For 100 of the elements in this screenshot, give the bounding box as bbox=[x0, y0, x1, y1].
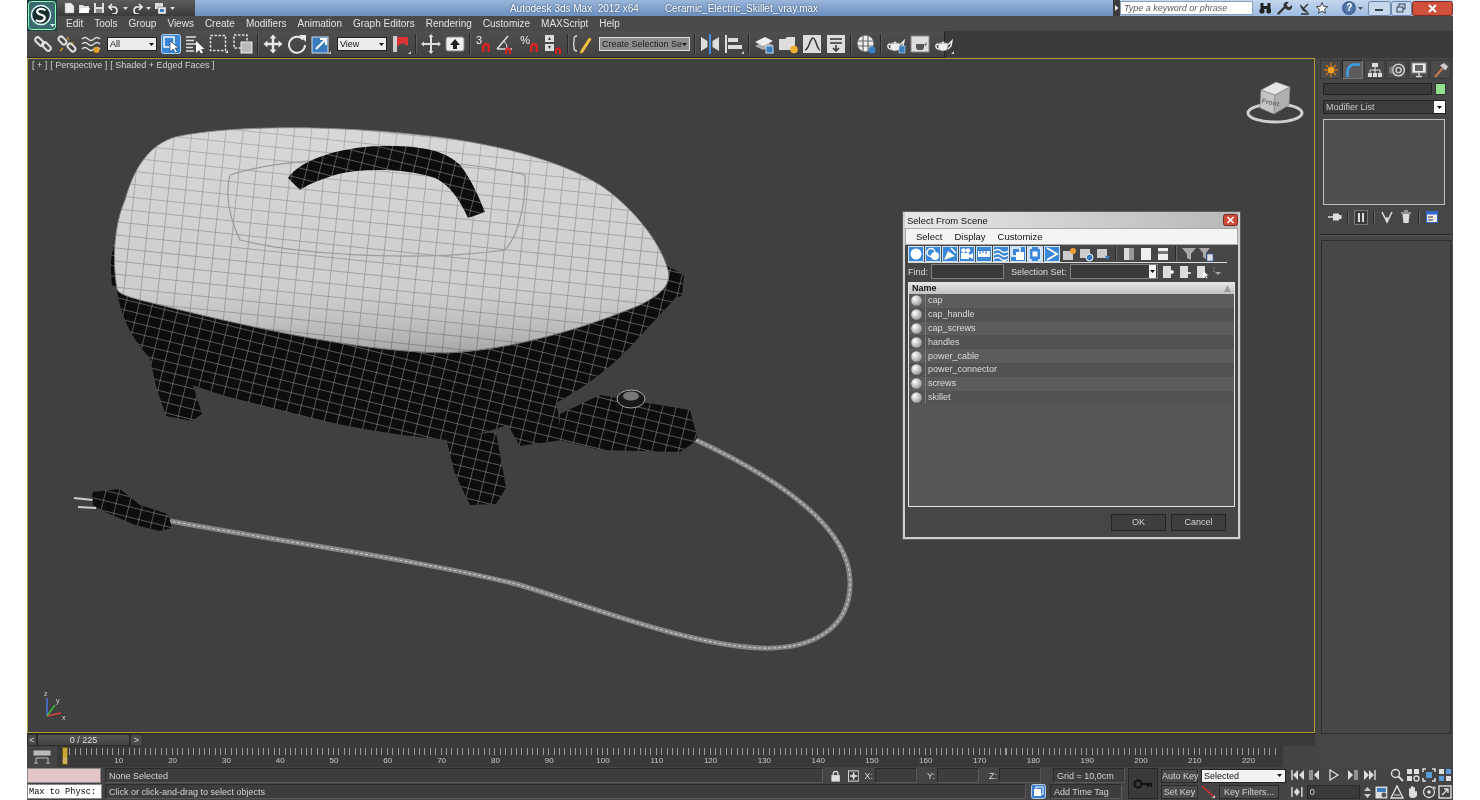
layers-icon[interactable] bbox=[753, 34, 774, 54]
caret-icon[interactable] bbox=[1277, 774, 1282, 777]
half-page-icon[interactable] bbox=[1121, 245, 1137, 262]
key-filters-button[interactable]: Key Filters... bbox=[1219, 784, 1279, 799]
cross-arrows-icon[interactable] bbox=[421, 34, 441, 54]
snap-toggle-button[interactable]: 3 bbox=[475, 34, 492, 54]
help-button[interactable]: ? bbox=[1342, 1, 1357, 15]
menu-item[interactable]: Graph Editors bbox=[347, 18, 421, 29]
select-cursor-icon[interactable] bbox=[161, 34, 181, 54]
dish-icon[interactable] bbox=[1298, 1, 1311, 15]
listener-output-field[interactable] bbox=[27, 768, 101, 783]
coordinate-field[interactable] bbox=[937, 768, 979, 783]
list-window-icon[interactable] bbox=[1425, 210, 1439, 225]
funnel-list-icon[interactable] bbox=[1198, 245, 1214, 262]
triangle-outline-icon[interactable] bbox=[1390, 785, 1404, 799]
light-cone-icon[interactable] bbox=[942, 245, 958, 262]
page-remove-icon[interactable] bbox=[1177, 264, 1192, 279]
redo-icon[interactable] bbox=[131, 2, 143, 14]
move-icon[interactable] bbox=[263, 34, 283, 54]
ruler-icon[interactable] bbox=[976, 245, 992, 262]
new-file-icon[interactable] bbox=[63, 2, 75, 14]
coordinate-field[interactable] bbox=[875, 768, 917, 783]
restore-icon[interactable] bbox=[1391, 0, 1413, 16]
spinner-snap-icon[interactable] bbox=[542, 34, 563, 54]
coordinate-field[interactable] bbox=[999, 768, 1041, 783]
auto-key-button[interactable]: Auto Key bbox=[1161, 768, 1198, 783]
menu-item[interactable]: Rendering bbox=[420, 18, 478, 29]
menu-item[interactable]: Tools bbox=[88, 18, 124, 29]
folder-icon[interactable] bbox=[777, 34, 798, 54]
chevron-icon[interactable] bbox=[1044, 245, 1060, 262]
rotate-icon[interactable] bbox=[287, 34, 307, 54]
pivot-flag-icon[interactable] bbox=[391, 34, 411, 54]
caret-icon[interactable] bbox=[149, 42, 154, 46]
key-set-dropdown[interactable]: Selected bbox=[1201, 768, 1286, 783]
go-to-start-icon[interactable] bbox=[1291, 769, 1305, 781]
dropdown-arrow-icon[interactable] bbox=[1211, 267, 1222, 276]
search-field[interactable]: Type a keyword or phrase bbox=[1119, 1, 1253, 15]
arrow-up-box-icon[interactable] bbox=[445, 34, 465, 54]
app-logo-icon[interactable] bbox=[27, 0, 57, 31]
funnel-icon[interactable] bbox=[1181, 245, 1197, 262]
diagonal-line-icon[interactable] bbox=[1201, 785, 1215, 798]
striped-page-icon[interactable] bbox=[1155, 245, 1171, 262]
fork-icon[interactable] bbox=[1380, 210, 1394, 225]
bars-icon[interactable] bbox=[1354, 210, 1368, 225]
curve-graph-icon[interactable] bbox=[801, 34, 822, 54]
scale-icon[interactable] bbox=[311, 34, 331, 54]
viewport-label[interactable]: [ + ] bbox=[32, 60, 48, 70]
listener-input-field[interactable]: Max to Physc: bbox=[27, 784, 102, 799]
menu-item[interactable]: Modifiers bbox=[240, 18, 292, 29]
set-key-button[interactable]: Set Key bbox=[1161, 784, 1198, 799]
unlink-icon[interactable] bbox=[57, 34, 77, 54]
zoom-icon[interactable] bbox=[1390, 768, 1404, 782]
snap-toggle-button[interactable]: % bbox=[519, 34, 539, 54]
menu-item[interactable]: Group bbox=[123, 18, 162, 29]
modifier-list-dropdown[interactable]: Modifier List bbox=[1323, 100, 1446, 114]
next-frame-icon[interactable] bbox=[1345, 769, 1359, 781]
frame-marker[interactable] bbox=[62, 747, 68, 765]
time-tag-field[interactable]: Add Time Tag bbox=[1050, 784, 1122, 799]
time-slider-thumb[interactable]: 0 / 225 bbox=[37, 734, 130, 746]
page-icon[interactable] bbox=[1138, 245, 1154, 262]
page-cursor-icon[interactable] bbox=[1194, 264, 1209, 279]
camera-icon[interactable] bbox=[959, 245, 975, 262]
coordinate-system-dropdown[interactable]: View bbox=[337, 37, 387, 51]
caret-icon[interactable] bbox=[146, 6, 151, 10]
diamond-bars-icon[interactable] bbox=[1291, 786, 1303, 798]
viewport-label[interactable]: [ Shaded + Edged Faces ] bbox=[110, 60, 215, 70]
star-icon[interactable] bbox=[1316, 2, 1329, 14]
caret-icon[interactable] bbox=[123, 6, 128, 10]
squares-grid-icon[interactable] bbox=[1438, 768, 1452, 782]
close-icon[interactable] bbox=[1412, 0, 1453, 16]
stacked-squares-icon[interactable] bbox=[1031, 784, 1046, 799]
caret-icon[interactable] bbox=[379, 42, 384, 46]
circles-icon[interactable] bbox=[925, 245, 941, 262]
dashed-rectangle-icon[interactable] bbox=[209, 34, 229, 54]
binoculars-icon[interactable] bbox=[1258, 2, 1272, 14]
minimize-icon[interactable] bbox=[1368, 0, 1392, 16]
spinner-icon[interactable] bbox=[1364, 785, 1372, 799]
object-row[interactable]: cap bbox=[909, 294, 1234, 308]
selection-filter-dropdown[interactable]: All bbox=[107, 37, 157, 51]
named-selection-dropdown[interactable]: Create Selection Se bbox=[598, 37, 690, 51]
sphere-icon[interactable] bbox=[908, 245, 924, 262]
close-icon[interactable] bbox=[1223, 214, 1238, 226]
pan-icon[interactable] bbox=[1406, 785, 1420, 799]
modifier-stack[interactable] bbox=[1323, 119, 1445, 205]
open-folder-icon[interactable] bbox=[78, 2, 90, 14]
go-to-end-icon[interactable] bbox=[1363, 769, 1377, 781]
save-icon[interactable] bbox=[93, 2, 105, 14]
caret-icon[interactable] bbox=[1434, 101, 1445, 113]
panel-toggle-icon[interactable] bbox=[33, 749, 51, 764]
waves-icon[interactable] bbox=[993, 245, 1009, 262]
bin-icon[interactable] bbox=[1399, 210, 1413, 225]
grid-sphere-icon[interactable] bbox=[855, 34, 876, 54]
mirror-icon[interactable] bbox=[699, 34, 720, 54]
menu-item[interactable]: Customize bbox=[991, 231, 1049, 242]
crosshair-box-icon[interactable] bbox=[848, 769, 860, 782]
caret-icon[interactable] bbox=[170, 6, 175, 10]
menu-item[interactable]: Customize bbox=[477, 18, 536, 29]
select-list-icon[interactable] bbox=[185, 34, 205, 54]
squares-icon[interactable] bbox=[1010, 245, 1026, 262]
menu-item[interactable]: Edit bbox=[60, 18, 89, 29]
